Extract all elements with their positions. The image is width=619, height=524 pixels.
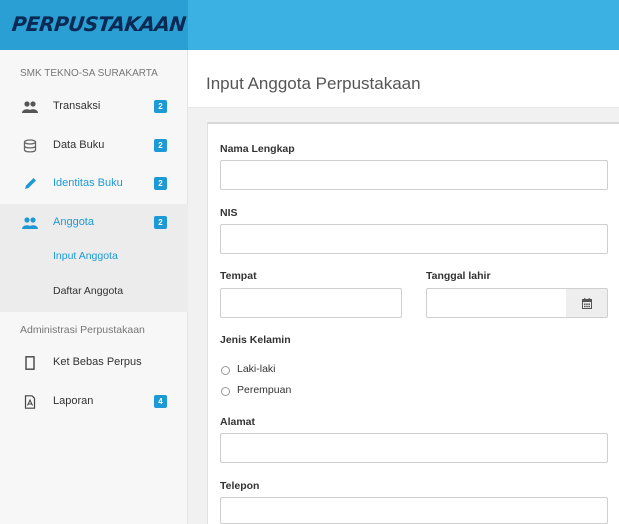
sidebar-item-label: Identitas Buku <box>53 177 123 189</box>
sidebar-item-ket-bebas-perpus[interactable]: Ket Bebas Perpus <box>0 344 188 382</box>
sidebar-section-title: Administrasi Perpustakaan <box>20 324 145 336</box>
submenu-input-anggota[interactable]: Input Anggota <box>53 250 118 262</box>
sidebar-item-transaksi[interactable]: Transaksi 2 <box>0 88 188 126</box>
alamat-input[interactable] <box>220 433 608 463</box>
submenu-daftar-anggota[interactable]: Daftar Anggota <box>53 285 123 297</box>
anggota-submenu: Input Anggota Daftar Anggota <box>0 242 188 312</box>
sidebar-item-label: Transaksi <box>53 100 101 112</box>
sidebar-item-identitas-buku[interactable]: Identitas Buku 2 <box>0 165 188 203</box>
sidebar-item-label: Anggota <box>53 216 94 228</box>
count-badge: 4 <box>154 395 167 408</box>
count-badge: 2 <box>154 216 167 229</box>
date-picker-button[interactable] <box>566 288 608 318</box>
sidebar-item-data-buku[interactable]: Data Buku 2 <box>0 127 188 165</box>
sidebar-item-anggota[interactable]: Anggota 2 <box>0 204 188 242</box>
school-name: SMK TEKNO-SA SURAKARTA <box>20 68 158 79</box>
tempat-label: Tempat <box>220 270 257 282</box>
brand-area[interactable]: PERPUSTAKAAN <box>0 0 188 50</box>
alamat-label: Alamat <box>220 416 256 428</box>
users-icon <box>22 217 38 229</box>
page-title: Input Anggota Perpustakaan <box>206 74 421 93</box>
nis-input[interactable] <box>220 224 608 254</box>
nis-label: NIS <box>220 207 238 219</box>
count-badge: 2 <box>154 139 167 152</box>
radio-label-perempuan[interactable]: Perempuan <box>237 384 291 396</box>
sidebar-item-label: Ket Bebas Perpus <box>53 356 142 368</box>
jenis-kelamin-label: Jenis Kelamin <box>220 334 291 346</box>
calendar-icon <box>582 298 592 309</box>
sidebar-item-laporan[interactable]: Laporan 4 <box>0 383 188 421</box>
nama-lengkap-input[interactable] <box>220 160 608 190</box>
telepon-input[interactable] <box>220 497 608 524</box>
count-badge: 2 <box>154 177 167 190</box>
count-badge: 2 <box>154 100 167 113</box>
radio-perempuan[interactable] <box>221 387 230 396</box>
tanggal-lahir-input[interactable] <box>426 288 567 318</box>
tanggal-lahir-label: Tanggal lahir <box>426 270 491 282</box>
tempat-input[interactable] <box>220 288 402 318</box>
top-navbar: PERPUSTAKAAN <box>0 0 619 50</box>
radio-laki-laki[interactable] <box>221 366 230 375</box>
pencil-icon <box>25 178 36 189</box>
telepon-label: Telepon <box>220 480 260 492</box>
nama-label: Nama Lengkap <box>220 143 295 155</box>
sidebar-item-label: Data Buku <box>53 139 105 151</box>
brand-logo-text[interactable]: PERPUSTAKAAN <box>11 12 187 36</box>
radio-label-laki-laki[interactable]: Laki-laki <box>237 363 276 375</box>
pdf-icon <box>24 395 36 409</box>
sidebar-item-label: Laporan <box>53 395 94 407</box>
users-icon <box>22 101 38 113</box>
document-icon <box>25 356 35 370</box>
database-icon <box>23 139 37 153</box>
